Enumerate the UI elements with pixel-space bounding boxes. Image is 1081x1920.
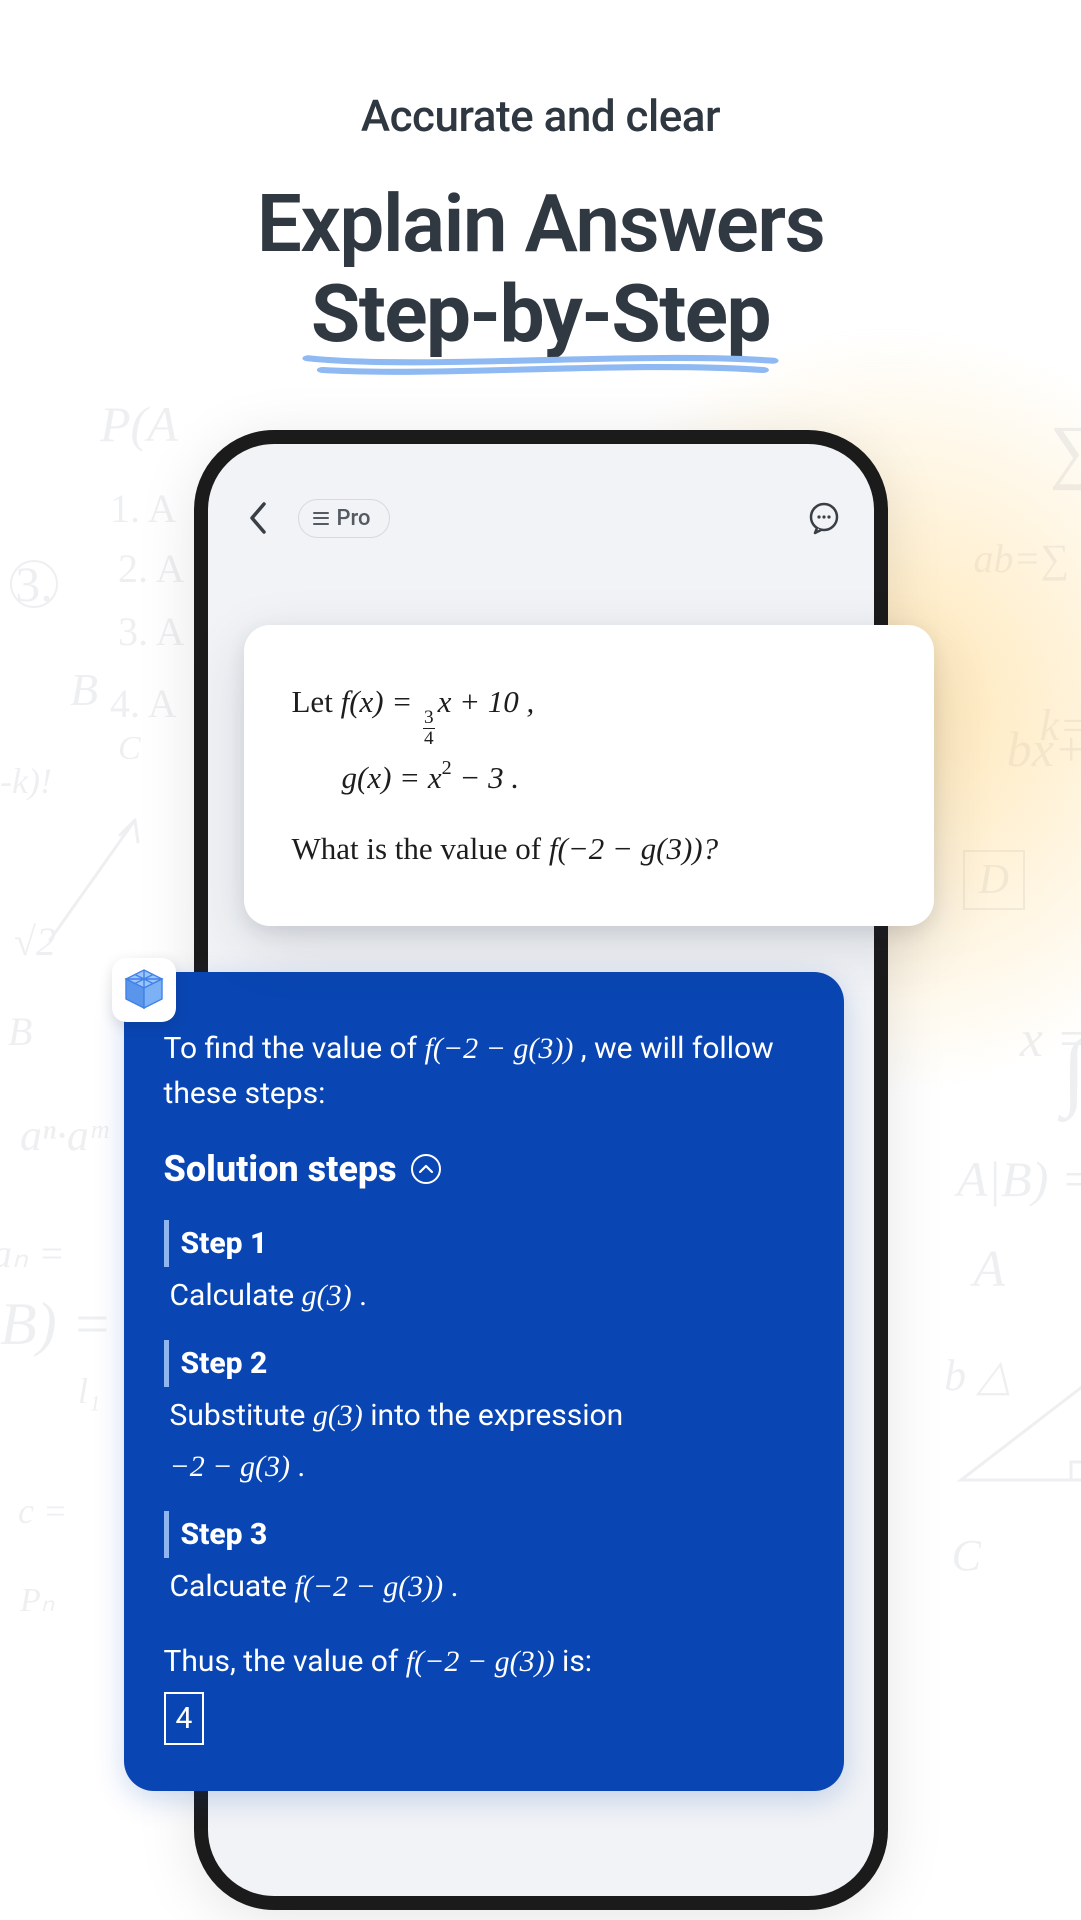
math: − 3 .	[452, 760, 519, 795]
step-2: Step 2 Substitute g(3) into the expressi…	[164, 1340, 804, 1489]
answer-card: To find the value of f(−2 − g(3)) , we w…	[124, 972, 844, 1791]
math: f(−2 − g(3))	[425, 1032, 574, 1065]
solution-steps-header[interactable]: Solution steps	[164, 1142, 804, 1196]
math: f(−2 − g(3))	[406, 1645, 555, 1678]
headline-emphasis: Step-by-Step	[311, 270, 770, 360]
chat-button[interactable]	[802, 496, 846, 540]
doodle: ab=∑	[973, 535, 1069, 582]
math: g(x) = x	[342, 760, 442, 795]
hamburger-icon	[313, 512, 329, 525]
math: g(3)	[302, 1279, 352, 1312]
back-button[interactable]	[236, 496, 280, 540]
doodle: D	[963, 850, 1025, 910]
doodle: 3. A	[118, 608, 185, 655]
arrow-doodle	[40, 800, 160, 955]
ai-assistant-badge	[112, 958, 176, 1022]
headline-line1: Explain Answers	[257, 177, 824, 271]
step-title: Step 1	[164, 1220, 804, 1267]
doodle: B	[70, 663, 98, 716]
question-line2: g(x) = x2 − 3 .	[292, 749, 894, 806]
answer-intro: To find the value of f(−2 − g(3)) , we w…	[164, 1026, 804, 1116]
math: −2 − g(3)	[170, 1450, 290, 1483]
question-card: Let f(x) = 34x + 10 , g(x) = x2 − 3 . Wh…	[244, 625, 934, 926]
text: Calculate	[170, 1278, 302, 1313]
doodle: ∑	[1050, 410, 1081, 493]
triangle-doodle	[951, 1370, 1081, 1495]
doodle: b △	[944, 1350, 1011, 1401]
math: (x) =	[349, 684, 420, 719]
exponent: 2	[442, 757, 452, 779]
doodle: C	[118, 730, 141, 768]
text: is:	[555, 1644, 593, 1679]
app-topbar: Pro	[208, 444, 874, 550]
chevron-left-icon	[247, 501, 269, 535]
doodle: aⁿ·aᵐ	[20, 1110, 107, 1161]
cube-icon	[120, 966, 168, 1014]
step-body: Calcuate f(−2 − g(3)) .	[164, 1564, 804, 1609]
math: f(−2 − g(3))	[294, 1570, 443, 1603]
marketing-headline: Accurate and clear Explain Answers Step-…	[0, 0, 1081, 359]
doodle: 2. A	[118, 545, 185, 592]
doodle: ∫ f	[1062, 1020, 1081, 1120]
text: .	[352, 1278, 367, 1313]
chat-bubble-icon	[806, 500, 842, 536]
text: into the expression	[363, 1398, 623, 1433]
doodle: 4. A	[110, 680, 177, 727]
math: g(3)	[313, 1399, 363, 1432]
text: What is the value of	[292, 831, 549, 866]
doodle: aₙ =	[0, 1230, 65, 1277]
text: Substitute	[170, 1398, 313, 1433]
doodle: l₁	[78, 1370, 101, 1412]
step-3: Step 3 Calcuate f(−2 − g(3)) .	[164, 1511, 804, 1609]
doodle: C	[952, 1530, 981, 1581]
conclusion: Thus, the value of f(−2 − g(3)) is:	[164, 1639, 804, 1684]
final-answer-box: 4	[164, 1692, 205, 1745]
pro-label: Pro	[337, 506, 371, 531]
collapse-toggle[interactable]	[411, 1154, 441, 1184]
doodle: B) =	[0, 1290, 112, 1359]
underline-scribble-icon	[299, 349, 782, 377]
step-body: Substitute g(3) into the expression −2 −…	[164, 1393, 804, 1489]
text: Thus, the value of	[164, 1644, 406, 1679]
math: f(−2 − g(3))?	[549, 831, 718, 866]
doodle: 1. A	[110, 485, 177, 532]
headline-title: Explain Answers Step-by-Step	[0, 180, 1081, 359]
step-title: Step 2	[164, 1340, 804, 1387]
denominator: 4	[423, 729, 435, 749]
doodle: A|B) = f	[957, 1150, 1081, 1208]
pro-pill[interactable]: Pro	[298, 499, 390, 538]
text: Calcuate	[170, 1569, 295, 1604]
step-title: Step 3	[164, 1511, 804, 1558]
doodle: -k)!	[0, 760, 52, 802]
doodle: P(A	[100, 395, 178, 453]
numerator: 3	[423, 708, 435, 729]
text: .	[443, 1569, 458, 1604]
question-line3: What is the value of f(−2 − g(3))?	[292, 820, 894, 877]
doodle: √2	[14, 918, 56, 965]
doodle: c =	[18, 1490, 67, 1532]
doodle: 3.	[10, 560, 58, 608]
headline-emphasis-text: Step-by-Step	[311, 267, 770, 361]
solution-steps-label: Solution steps	[164, 1142, 397, 1196]
doodle: B	[8, 1008, 32, 1055]
step-body: Calculate g(3) .	[164, 1273, 804, 1318]
doodle: A	[973, 1240, 1005, 1299]
text: .	[290, 1449, 305, 1484]
topbar-left-group: Pro	[236, 496, 390, 540]
doodle: bx+C	[1007, 720, 1081, 778]
math: x + 10 ,	[438, 684, 535, 719]
text: Let	[292, 684, 341, 719]
question-line1: Let f(x) = 34x + 10 ,	[292, 673, 894, 749]
math: f	[341, 684, 350, 719]
doodle: Pₙ	[20, 1580, 54, 1620]
text: To find the value of	[164, 1031, 425, 1066]
doodle: k=0	[1040, 700, 1081, 751]
chevron-up-icon	[418, 1164, 434, 1174]
doodle: x =	[1020, 1010, 1081, 1069]
headline-tagline: Accurate and clear	[0, 90, 1081, 142]
fraction: 34	[423, 708, 435, 749]
step-1: Step 1 Calculate g(3) .	[164, 1220, 804, 1318]
